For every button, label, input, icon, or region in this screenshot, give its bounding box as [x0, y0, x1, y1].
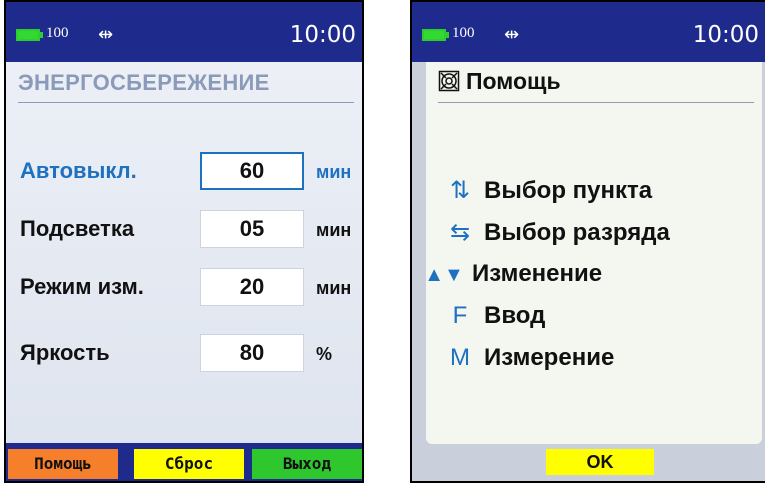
up-down-arrows-icon: ⇅ [449, 177, 471, 204]
brightness-unit: % [316, 344, 333, 364]
auto-off-field[interactable]: 60 [200, 152, 304, 190]
clock: 10:00 [289, 22, 356, 48]
usb-icon-right: ⇹ [504, 24, 520, 45]
left-right-arrows-icon: ⇆ [449, 219, 471, 246]
help-screen: 100 ⇹ 10:00 Помощь ⇅ Выбор пункта ⇆ Выбор … [410, 0, 765, 483]
backlight-field[interactable]: 05 [200, 210, 304, 248]
softkey-bar: Помощь Сброс Выход [6, 443, 362, 481]
ok-button[interactable]: OK [546, 449, 654, 475]
auto-off-label: Автовыкл. [20, 158, 137, 183]
battery-level: 100 [46, 25, 69, 41]
help-item-text: Ввод [484, 302, 546, 329]
help-item-digit: ⇆ Выбор разряда [436, 218, 670, 247]
status-bar-right: 100 ⇹ 10:00 [412, 2, 765, 62]
f-key-icon: F [452, 302, 468, 329]
help-title-text: Помощь [466, 68, 561, 94]
lifebuoy-icon [438, 70, 460, 92]
backlight-label: Подсветка [20, 216, 135, 241]
help-title: Помощь [438, 68, 561, 95]
status-bar: 100 ⇹ 10:00 [6, 2, 362, 62]
page-title: ЭНЕРГОСБЕРЕЖЕНИЕ [18, 70, 270, 95]
battery-icon-right [422, 29, 446, 41]
energy-saving-screen: 100 ⇹ 10:00 ЭНЕРГОСБЕРЕЖЕНИЕ Автовыкл. 6… [4, 0, 364, 483]
measure-mode-label: Режим изм. [20, 274, 144, 299]
backlight-unit: мин [316, 220, 352, 240]
help-button[interactable]: Помощь [8, 449, 118, 479]
help-item-change: ▲▼ Изменение [416, 260, 602, 288]
help-item-measure: M Измерение [436, 344, 614, 372]
help-item-text: Изменение [472, 260, 603, 287]
help-item-select: ⇅ Выбор пункта [436, 176, 652, 205]
help-divider [438, 102, 754, 103]
usb-icon: ⇹ [98, 24, 114, 45]
battery-icon [16, 29, 40, 41]
measure-mode-field[interactable]: 20 [200, 268, 304, 306]
m-key-icon: M [450, 344, 470, 371]
battery-tip [40, 32, 43, 38]
help-item-enter: F Ввод [436, 302, 546, 330]
measure-mode-unit: мин [316, 278, 352, 298]
help-item-text: Выбор разряда [484, 219, 670, 246]
auto-off-unit: мин [316, 162, 352, 182]
battery-tip-right [446, 32, 449, 38]
battery-level-right: 100 [452, 25, 475, 41]
triangle-up-down-icon: ▲▼ [424, 264, 464, 286]
clock-right: 10:00 [692, 22, 759, 48]
brightness-field[interactable]: 80 [200, 334, 304, 372]
help-item-text: Измерение [484, 344, 615, 371]
exit-button[interactable]: Выход [252, 449, 362, 479]
help-panel: Помощь ⇅ Выбор пункта ⇆ Выбор разряда ▲▼ Из… [424, 62, 762, 444]
help-item-text: Выбор пункта [484, 177, 653, 204]
title-divider [18, 102, 354, 103]
reset-button[interactable]: Сброс [134, 449, 244, 479]
brightness-label: Яркость [20, 340, 110, 365]
